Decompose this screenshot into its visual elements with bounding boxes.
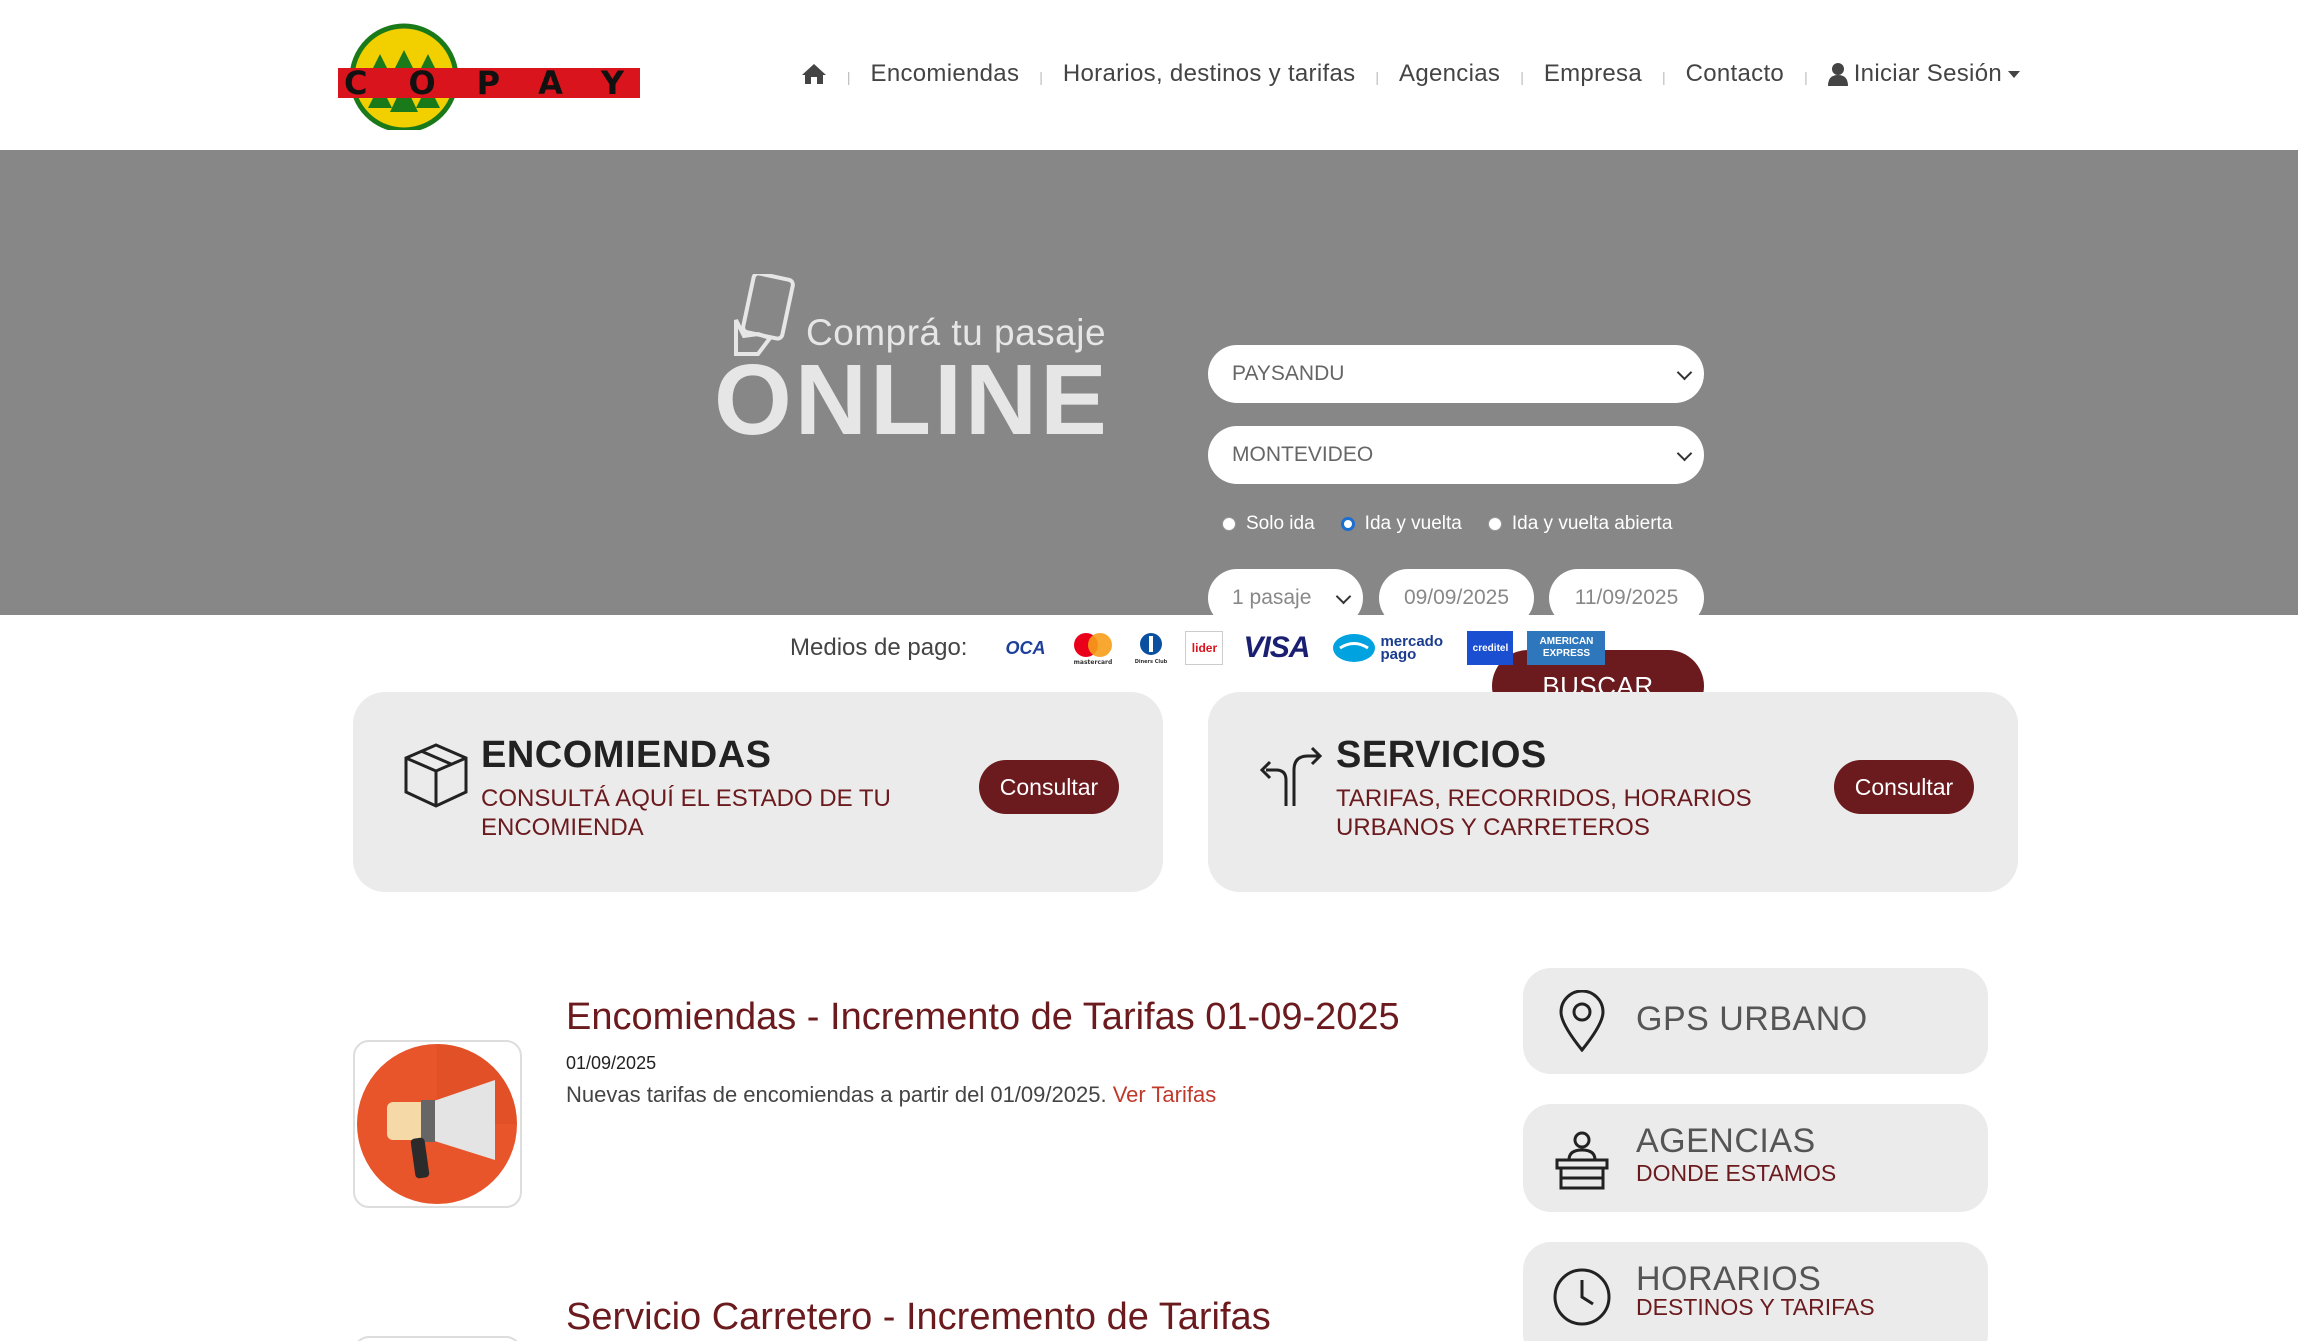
login-dropdown[interactable]: Iniciar Sesión <box>1827 60 2020 88</box>
clock-icon <box>1553 1268 1611 1326</box>
main-nav: | Encomiendas | Horarios, destinos y tar… <box>801 52 2020 96</box>
radio-button[interactable] <box>1222 517 1236 531</box>
nav-item-encomiendas[interactable]: Encomiendas <box>871 60 1020 88</box>
agent-desk-icon <box>1555 1131 1609 1190</box>
radio-ida-y-vuelta[interactable]: Ida y vuelta <box>1340 513 1462 535</box>
nav-separator: | <box>1804 69 1808 85</box>
side-subtitle: DESTINOS Y TARIFAS <box>1636 1294 1875 1320</box>
destination-value: MONTEVIDEO <box>1232 443 1374 466</box>
news-title[interactable]: Servicio Carretero - Incremento de Tarif… <box>566 1296 1271 1339</box>
amex-logo: AMERICAN EXPRESS <box>1527 631 1606 665</box>
gps-urbano-button[interactable]: GPS URBANO <box>1523 968 1988 1074</box>
visa-logo: VISA <box>1243 631 1310 664</box>
passengers-select[interactable]: 1 pasaje <box>1208 569 1363 627</box>
svg-text:mastercard: mastercard <box>1074 659 1113 665</box>
home-link[interactable] <box>801 62 827 86</box>
radio-label: Ida y vuelta <box>1364 513 1462 534</box>
origin-value: PAYSANDU <box>1232 362 1345 385</box>
side-title: GPS URBANO <box>1636 1000 1868 1038</box>
home-icon <box>801 64 826 84</box>
departure-date-input[interactable]: 09/09/2025 <box>1379 569 1534 627</box>
radio-label: Solo ida <box>1246 513 1315 534</box>
chevron-down-icon <box>1335 588 1352 605</box>
destination-select[interactable]: MONTEVIDEO <box>1208 426 1704 484</box>
payment-methods: Medios de pago: OCA mastercard Diners Cl… <box>790 626 1606 670</box>
radio-label: Ida y vuelta abierta <box>1511 513 1673 534</box>
nav-separator: | <box>1375 69 1380 85</box>
news-thumbnail[interactable] <box>353 1336 522 1341</box>
nav-separator: | <box>1661 69 1666 85</box>
megaphone-icon <box>357 1044 517 1204</box>
nav-separator: | <box>846 69 851 85</box>
lider-logo: lider <box>1185 631 1224 665</box>
news-text: Nuevas tarifas de encomiendas a partir d… <box>566 1082 1216 1108</box>
servicios-card: SERVICIOS TARIFAS, RECORRIDOS, HORARIOS … <box>1208 692 2018 892</box>
booking-hero: Comprá tu pasaje ONLINE PAYSANDU MONTEVI… <box>0 150 2298 722</box>
horarios-button[interactable]: HORARIOS DESTINOS Y TARIFAS <box>1523 1242 1988 1341</box>
origin-select[interactable]: PAYSANDU <box>1208 345 1704 403</box>
card-subtitle: CONSULTÁ AQUÍ EL ESTADO DE TU ENCOMIENDA <box>481 785 891 841</box>
radio-solo-ida[interactable]: Solo ida <box>1222 513 1315 535</box>
news-date: 01/09/2025 <box>566 1053 657 1073</box>
news-title[interactable]: Encomiendas - Incremento de Tarifas 01-0… <box>566 996 1400 1039</box>
side-subtitle: DONDE ESTAMOS <box>1636 1160 1837 1186</box>
nav-item-empresa[interactable]: Empresa <box>1544 60 1642 88</box>
card-title: SERVICIOS <box>1336 734 1547 776</box>
map-pin-icon <box>1559 990 1605 1052</box>
nav-item-agencias[interactable]: Agencias <box>1399 60 1500 88</box>
radio-button[interactable] <box>1487 517 1502 531</box>
user-icon <box>1827 63 1848 86</box>
svg-text:Diners Club: Diners Club <box>1135 659 1168 665</box>
news-body: Nuevas tarifas de encomiendas a partir d… <box>566 1082 1107 1107</box>
ver-tarifas-link[interactable]: Ver Tarifas <box>1113 1082 1217 1107</box>
consultar-encomiendas-button[interactable]: Consultar <box>979 760 1119 814</box>
mercadopago-logo: mercado pago <box>1329 631 1453 665</box>
directions-icon <box>1259 746 1323 806</box>
promo-line2: ONLINE <box>714 344 1110 456</box>
mastercard-logo: mastercard <box>1069 631 1117 665</box>
agencias-button[interactable]: AGENCIAS DONDE ESTAMOS <box>1523 1104 1988 1212</box>
login-label: Iniciar Sesión <box>1853 60 2002 87</box>
chevron-down-icon <box>1676 445 1693 462</box>
box-icon <box>404 743 468 808</box>
trip-type-group: Solo ida Ida y vuelta Ida y vuelta abier… <box>1222 513 1672 535</box>
payment-label: Medios de pago: <box>790 634 968 661</box>
card-subtitle: TARIFAS, RECORRIDOS, HORARIOS URBANOS Y … <box>1336 785 1752 841</box>
passengers-value: 1 pasaje <box>1232 586 1312 609</box>
creditel-logo: creditel <box>1467 631 1514 665</box>
return-date-input[interactable]: 11/09/2025 <box>1549 569 1704 627</box>
nav-item-contacto[interactable]: Contacto <box>1686 60 1784 88</box>
site-header: COPAY | Encomiendas | Horarios, destinos… <box>0 0 2298 150</box>
consultar-servicios-button[interactable]: Consultar <box>1834 760 1974 814</box>
nav-item-horarios[interactable]: Horarios, destinos y tarifas <box>1063 60 1356 88</box>
radio-button-selected[interactable] <box>1340 517 1355 531</box>
oca-logo: OCA <box>1005 637 1046 658</box>
diners-logo: Diners Club <box>1131 631 1171 665</box>
chevron-down-icon <box>1676 364 1693 381</box>
copay-logo[interactable]: COPAY <box>338 20 640 133</box>
radio-ida-y-vuelta-abierta[interactable]: Ida y vuelta abierta <box>1487 513 1673 535</box>
side-title: AGENCIAS <box>1636 1122 1816 1160</box>
nav-separator: | <box>1039 69 1043 85</box>
nav-separator: | <box>1520 69 1524 85</box>
news-thumbnail[interactable] <box>353 1040 522 1208</box>
encomiendas-card: ENCOMIENDAS CONSULTÁ AQUÍ EL ESTADO DE T… <box>353 692 1163 892</box>
online-promo: Comprá tu pasaje ONLINE <box>712 274 1112 454</box>
caret-down-icon <box>2008 70 2020 78</box>
card-title: ENCOMIENDAS <box>481 734 772 776</box>
